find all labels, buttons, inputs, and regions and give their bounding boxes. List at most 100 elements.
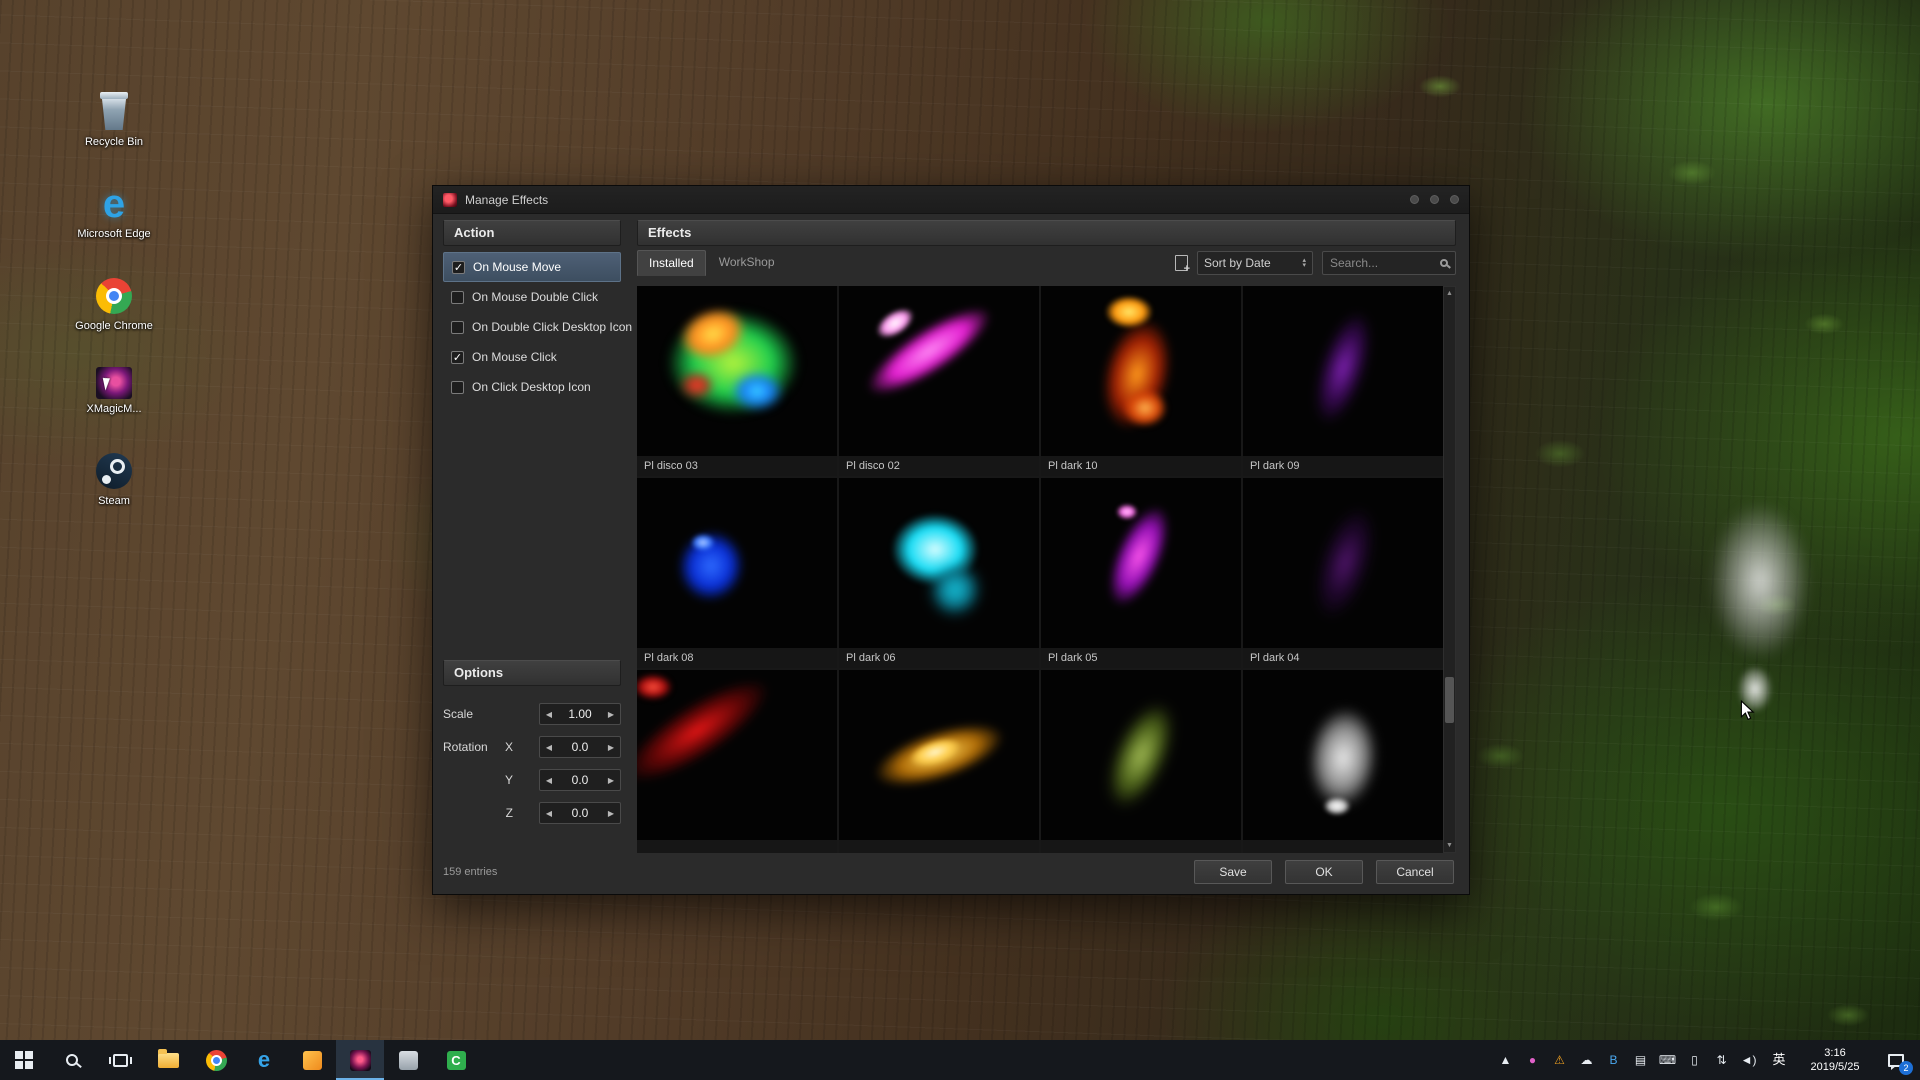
- effect-label: Pl dark 10: [1041, 456, 1241, 476]
- bluetooth-tray-icon[interactable]: B: [1600, 1040, 1627, 1080]
- desktop-icon-recycle-bin[interactable]: Recycle Bin: [68, 92, 160, 150]
- effect-thumbnail-pl-dark-09[interactable]: Pl dark 09: [1243, 286, 1443, 476]
- checkbox[interactable]: [452, 261, 465, 274]
- effect-label: [1041, 840, 1241, 853]
- action-panel-header: Action: [443, 220, 621, 246]
- effect-thumbnail[interactable]: [637, 670, 837, 853]
- action-item[interactable]: On Double Click Desktop Icon: [443, 312, 621, 342]
- stepper-decrease-button[interactable]: [540, 770, 558, 790]
- desktop-icon-google-chrome[interactable]: Google Chrome: [68, 276, 160, 334]
- taskbar-app-chrome[interactable]: [192, 1040, 240, 1080]
- cloud-tray-icon[interactable]: ☁: [1573, 1040, 1600, 1080]
- usb-tray-icon[interactable]: ⇅: [1708, 1040, 1735, 1080]
- cancel-button[interactable]: Cancel: [1376, 860, 1454, 884]
- xmagic-tray-icon[interactable]: ●: [1519, 1040, 1546, 1080]
- checkbox[interactable]: [451, 351, 464, 364]
- effect-label: Pl dark 08: [637, 648, 837, 668]
- action-item-label: On Mouse Double Click: [472, 290, 598, 304]
- action-center-button[interactable]: 2: [1874, 1040, 1918, 1080]
- scroll-up-button[interactable]: [1444, 287, 1455, 300]
- ok-button[interactable]: OK: [1285, 860, 1363, 884]
- search-input[interactable]: [1330, 256, 1430, 270]
- taskbar-app-xmagic-mouse[interactable]: [336, 1040, 384, 1080]
- stepper-increase-button[interactable]: [602, 803, 620, 823]
- checkbox[interactable]: [451, 321, 464, 334]
- taskbar-app-edge[interactable]: [240, 1040, 288, 1080]
- ime-indicator[interactable]: 英: [1762, 1040, 1796, 1080]
- save-button[interactable]: Save: [1194, 860, 1272, 884]
- effect-thumbnail-pl-dark-04[interactable]: Pl dark 04: [1243, 478, 1443, 668]
- task-view-button[interactable]: [96, 1040, 144, 1080]
- stepper-value[interactable]: 0.0: [558, 806, 602, 820]
- value-stepper: 0.0: [539, 802, 621, 824]
- taskbar-app-file-explorer[interactable]: [144, 1040, 192, 1080]
- checkbox[interactable]: [451, 381, 464, 394]
- stepper-increase-button[interactable]: [602, 704, 620, 724]
- stepper-value[interactable]: 1.00: [558, 707, 602, 721]
- minimize-button[interactable]: [1410, 195, 1419, 204]
- taskbar-app-clover[interactable]: [432, 1040, 480, 1080]
- add-effect-button[interactable]: [1175, 255, 1188, 271]
- close-button[interactable]: [1450, 195, 1459, 204]
- search-box: [1322, 251, 1456, 275]
- effect-thumbnail-pl-disco-02[interactable]: Pl disco 02: [839, 286, 1039, 476]
- effect-thumbnail[interactable]: [1243, 670, 1443, 853]
- taskbar-app-media-app[interactable]: [288, 1040, 336, 1080]
- warning-tray-icon[interactable]: ⚠: [1546, 1040, 1573, 1080]
- action-item[interactable]: On Click Desktop Icon: [443, 372, 621, 402]
- stepper-increase-button[interactable]: [602, 770, 620, 790]
- effect-preview: [1243, 286, 1443, 456]
- effect-thumbnail-pl-dark-10[interactable]: Pl dark 10: [1041, 286, 1241, 476]
- effects-scrollbar[interactable]: [1443, 286, 1456, 853]
- taskbar-clock[interactable]: 3:16 2019/5/25: [1796, 1040, 1874, 1080]
- checkbox[interactable]: [451, 291, 464, 304]
- effects-tabbar: InstalledWorkShop Sort by Date: [637, 248, 1456, 278]
- effects-panel: Effects InstalledWorkShop Sort by Date P…: [637, 220, 1456, 850]
- stepper-decrease-button[interactable]: [540, 803, 558, 823]
- effect-thumbnail-pl-dark-06[interactable]: Pl dark 06: [839, 478, 1039, 668]
- effect-thumbnail-pl-dark-05[interactable]: Pl dark 05: [1041, 478, 1241, 668]
- desktop-icon-xmagic-mouse[interactable]: XMagicM...: [68, 367, 160, 417]
- effects-toolbar: Sort by Date: [1175, 251, 1456, 275]
- taskbar-app-photos-app[interactable]: [384, 1040, 432, 1080]
- window-titlebar[interactable]: Manage Effects: [433, 186, 1469, 214]
- option-label: Scale: [443, 707, 495, 721]
- sort-dropdown[interactable]: Sort by Date: [1197, 251, 1313, 275]
- desktop-icon-steam[interactable]: Steam: [68, 451, 160, 509]
- taskbar-apps: [0, 1040, 480, 1080]
- maximize-button[interactable]: [1430, 195, 1439, 204]
- tab-installed[interactable]: Installed: [637, 250, 706, 276]
- volume-tray-icon[interactable]: ◄): [1735, 1040, 1762, 1080]
- scroll-down-button[interactable]: [1444, 839, 1455, 852]
- search-icon[interactable]: [1440, 259, 1448, 267]
- stepper-decrease-button[interactable]: [540, 737, 558, 757]
- stepper-value[interactable]: 0.0: [558, 740, 602, 754]
- desktop-icon-microsoft-edge[interactable]: Microsoft Edge: [68, 184, 160, 242]
- scroll-thumb[interactable]: [1445, 677, 1454, 723]
- options-row: Scale 1.00: [443, 700, 621, 728]
- battery-tray-icon[interactable]: ▯: [1681, 1040, 1708, 1080]
- display-tray-icon[interactable]: ▤: [1627, 1040, 1654, 1080]
- clover-icon: [447, 1051, 466, 1070]
- xmagic-mouse-icon: [96, 367, 132, 399]
- keyboard-tray-icon[interactable]: ⌨: [1654, 1040, 1681, 1080]
- effect-thumbnail-pl-disco-03[interactable]: Pl disco 03: [637, 286, 837, 476]
- action-item[interactable]: On Mouse Double Click: [443, 282, 621, 312]
- hidden-icons-chevron-icon[interactable]: ▲: [1492, 1040, 1519, 1080]
- action-item[interactable]: On Mouse Move: [443, 252, 621, 282]
- stepper-value[interactable]: 0.0: [558, 773, 602, 787]
- effect-preview: [839, 478, 1039, 648]
- effect-thumbnail-pl-dark-08[interactable]: Pl dark 08: [637, 478, 837, 668]
- desktop: Recycle Bin Microsoft Edge Google Chrome XM…: [0, 0, 1920, 1080]
- stepper-increase-button[interactable]: [602, 737, 620, 757]
- tray-icon-list: ▲●⚠☁B▤⌨▯⇅◄): [1492, 1040, 1762, 1080]
- action-item[interactable]: On Mouse Click: [443, 342, 621, 372]
- sort-spinner-icon[interactable]: [1302, 258, 1306, 268]
- effect-thumbnail[interactable]: [1041, 670, 1241, 853]
- start-button[interactable]: [0, 1040, 48, 1080]
- taskbar-search-button[interactable]: [48, 1040, 96, 1080]
- tab-workshop[interactable]: WorkShop: [708, 250, 786, 276]
- effect-thumbnail[interactable]: [839, 670, 1039, 853]
- effect-preview: [1041, 286, 1241, 456]
- stepper-decrease-button[interactable]: [540, 704, 558, 724]
